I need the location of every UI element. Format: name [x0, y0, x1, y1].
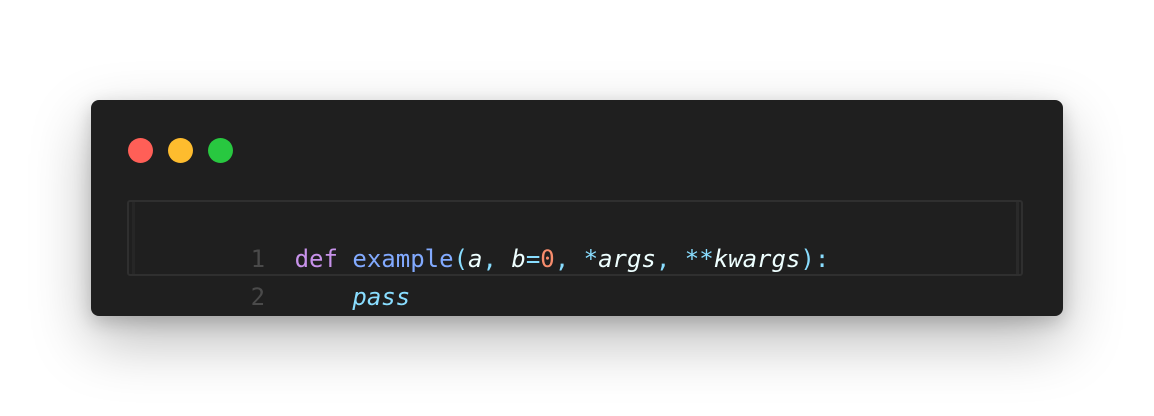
minimize-window-button[interactable] — [168, 138, 193, 163]
param-args: args — [598, 245, 656, 273]
open-paren: ( — [453, 245, 469, 273]
param-b: b — [511, 245, 526, 273]
number-literal: 0 — [540, 245, 555, 273]
param-a: a — [468, 245, 483, 273]
line-number: 2 — [250, 283, 266, 311]
close-window-button[interactable] — [128, 138, 153, 163]
comma: , — [554, 245, 584, 273]
code-line: 1 def example(a, b=0, *args, **kwargs): — [129, 202, 830, 273]
code-window: 1 def example(a, b=0, *args, **kwargs): 2… — [91, 100, 1063, 316]
code-editor[interactable]: 1 def example(a, b=0, *args, **kwargs): 2… — [127, 200, 1023, 311]
colon: : — [814, 245, 830, 273]
equals-operator: = — [525, 245, 541, 273]
close-paren: ) — [800, 245, 815, 273]
keyword-pass: pass — [352, 283, 411, 311]
screenshot-stage: 1 def example(a, b=0, *args, **kwargs): 2… — [0, 0, 1154, 416]
double-star-operator: ** — [684, 245, 714, 273]
param-kwargs: kwargs — [713, 245, 801, 273]
comma: , — [482, 245, 512, 273]
comma: , — [655, 245, 685, 273]
code-line: 2 pass — [129, 240, 411, 311]
star-operator: * — [583, 245, 599, 273]
maximize-window-button[interactable] — [208, 138, 233, 163]
